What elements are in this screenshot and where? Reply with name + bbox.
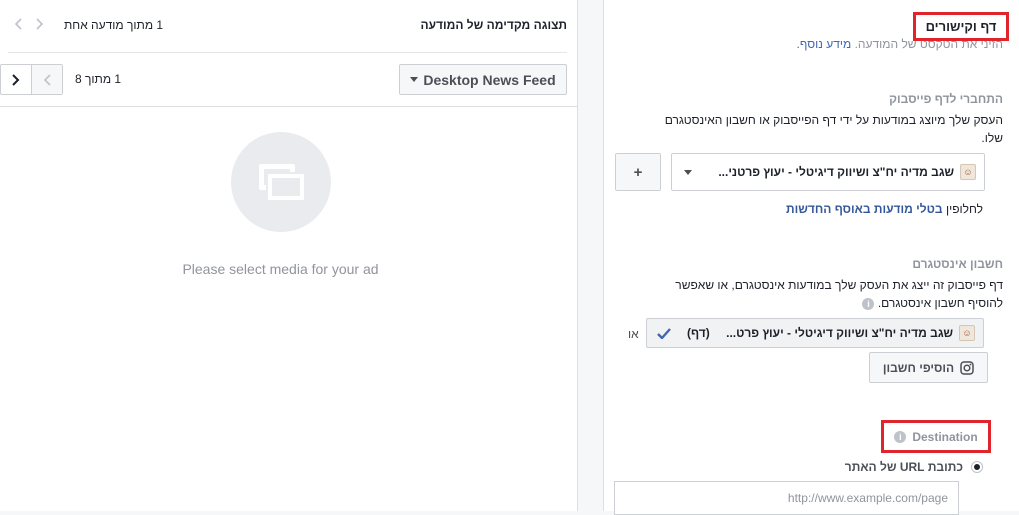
chevron-right-icon <box>12 73 20 86</box>
website-url-option-label: כתובת URL של האתר <box>844 460 963 474</box>
chevron-left-icon[interactable] <box>10 14 26 34</box>
learn-more-link[interactable]: מידע נוסף. <box>797 37 852 51</box>
switch-prefix: לחלופין <box>945 202 983 216</box>
instagram-icon <box>960 360 974 375</box>
or-label: או <box>628 327 639 341</box>
switch-link[interactable]: בטלי מודעות באוסף החדשות <box>786 202 943 216</box>
divider <box>8 52 567 53</box>
page-avatar: ☺ <box>960 164 976 180</box>
selected-account-name: שגב מדיה יח"צ ושיווק דיגיטלי - יעוץ פרט.… <box>726 326 953 340</box>
ad-preview-panel: 1 מתוך מודעה אחת תצוגה מקדימה של המודעה … <box>0 0 578 511</box>
instagram-account-select[interactable]: ☺ שגב מדיה יח"צ ושיווק דיגיטלי - יעוץ פר… <box>646 318 984 348</box>
placement-pager <box>0 64 63 95</box>
destination-label: Destination <box>912 429 978 444</box>
section-subtitle-text: הזיני את הטקסט של המודעה. <box>854 37 1003 51</box>
add-page-button[interactable]: + <box>615 153 661 191</box>
placement-label: Desktop News Feed <box>423 71 556 88</box>
selected-account-tag: (דף) <box>687 326 710 340</box>
caret-down-icon <box>684 169 692 175</box>
selected-page-name: שגב מדיה יח"צ ושיווק דיגיטלי - יעוץ פרטנ… <box>718 165 954 179</box>
chevron-right-icon[interactable] <box>32 14 48 34</box>
add-account-label: הוסיפי חשבון <box>882 360 955 375</box>
placement-count: 1 מתוך 8 <box>75 72 122 86</box>
ad-count: 1 מתוך מודעה אחת <box>64 18 164 32</box>
preview-header: 1 מתוך מודעה אחת תצוגה מקדימה של המודעה <box>0 0 578 52</box>
page-avatar: ☺ <box>959 325 975 341</box>
check-icon <box>657 327 671 339</box>
info-icon[interactable]: i <box>894 430 907 443</box>
preview-title: תצוגה מקדימה של המודעה <box>420 18 567 32</box>
info-icon[interactable]: i <box>862 298 875 310</box>
images-icon <box>231 132 331 232</box>
switch-link-row: לחלופין בטלי מודעות באוסף החדשות <box>786 202 983 216</box>
facebook-page-select[interactable]: ☺ שגב מדיה יח"צ ושיווק דיגיטלי - יעוץ פר… <box>671 153 985 191</box>
destination-header: i Destination <box>881 420 991 453</box>
section-subtitle: הזיני את הטקסט של המודעה. מידע נוסף. <box>797 37 1003 51</box>
page-links-panel: דף וקישורים הזיני את הטקסט של המודעה. מי… <box>603 0 1019 515</box>
pager-prev-button[interactable] <box>31 65 62 94</box>
facebook-page-label: התחברי לדף פייסבוק <box>889 92 1003 106</box>
divider <box>0 106 577 107</box>
website-url-radio[interactable] <box>971 461 983 473</box>
pager-next-button[interactable] <box>1 65 31 94</box>
instagram-description-text: דף פייסבוק זה ייצג את העסק שלך במודעות א… <box>675 278 1003 310</box>
instagram-description: דף פייסבוק זה ייצג את העסק שלך במודעות א… <box>653 276 1003 312</box>
facebook-page-description: העסק שלך מיוצג במודעות על ידי דף הפייסבו… <box>664 113 1003 145</box>
placement-dropdown[interactable]: Desktop News Feed <box>399 64 567 95</box>
website-url-input[interactable] <box>614 481 959 515</box>
website-url-option[interactable]: כתובת URL של האתר <box>845 460 983 474</box>
add-instagram-account-button[interactable]: הוסיפי חשבון <box>869 352 988 383</box>
chevron-left-icon <box>43 73 51 86</box>
caret-down-icon <box>410 77 419 82</box>
instagram-label: חשבון אינסטגרם <box>912 257 1003 271</box>
empty-media-message: Please select media for your ad <box>182 261 379 277</box>
